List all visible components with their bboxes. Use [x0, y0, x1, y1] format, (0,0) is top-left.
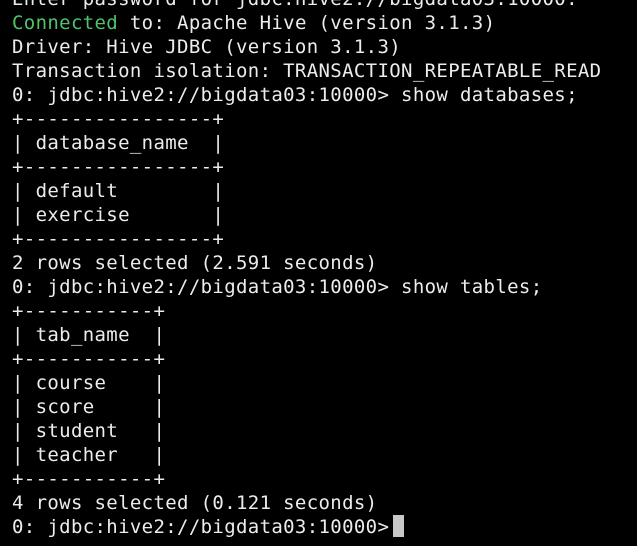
connection-line: Connected to: Apache Hive (version 3.1.3… — [12, 11, 601, 35]
rows-selected-status: 4 rows selected (0.121 seconds) — [12, 492, 378, 514]
prompt-text: 0: jdbc:hive2://bigdata03:10000> — [12, 516, 390, 538]
table-row: | student | — [12, 420, 166, 442]
table-border: +-----------+ — [12, 348, 166, 370]
rows-selected-status: 2 rows selected (2.591 seconds) — [12, 252, 378, 274]
active-prompt-line[interactable]: 0: jdbc:hive2://bigdata03:10000> — [12, 515, 601, 539]
table-border: +----------------+ — [12, 156, 225, 178]
table-border: +----------------+ — [12, 108, 225, 130]
table-header: | tab_name | — [12, 324, 166, 346]
password-prompt-line: Enter password for jdbc:hive2://bigdata0… — [12, 0, 601, 11]
connection-detail: to: Apache Hive (version 3.1.3) — [118, 12, 496, 34]
text-cursor[interactable] — [393, 515, 405, 537]
table-border: +----------------+ — [12, 228, 225, 250]
transaction-isolation-line: Transaction isolation: TRANSACTION_REPEA… — [12, 60, 602, 82]
table-header: | database_name | — [12, 132, 225, 154]
show-databases-command: 0: jdbc:hive2://bigdata03:10000> show da… — [12, 84, 578, 106]
terminal-window[interactable]: Enter password for jdbc:hive2://bigdata0… — [0, 0, 637, 546]
driver-line: Driver: Hive JDBC (version 3.1.3) — [12, 36, 402, 58]
terminal-output: Enter password for jdbc:hive2://bigdata0… — [12, 0, 601, 539]
table-row: | score | — [12, 396, 166, 418]
show-tables-command: 0: jdbc:hive2://bigdata03:10000> show ta… — [12, 276, 543, 298]
table-row: | teacher | — [12, 444, 166, 466]
table-row: | course | — [12, 372, 166, 394]
table-row: | exercise | — [12, 204, 225, 226]
table-row: | default | — [12, 180, 225, 202]
connected-status: Connected — [12, 12, 119, 34]
table-border: +-----------+ — [12, 300, 166, 322]
table-border: +-----------+ — [12, 468, 166, 490]
